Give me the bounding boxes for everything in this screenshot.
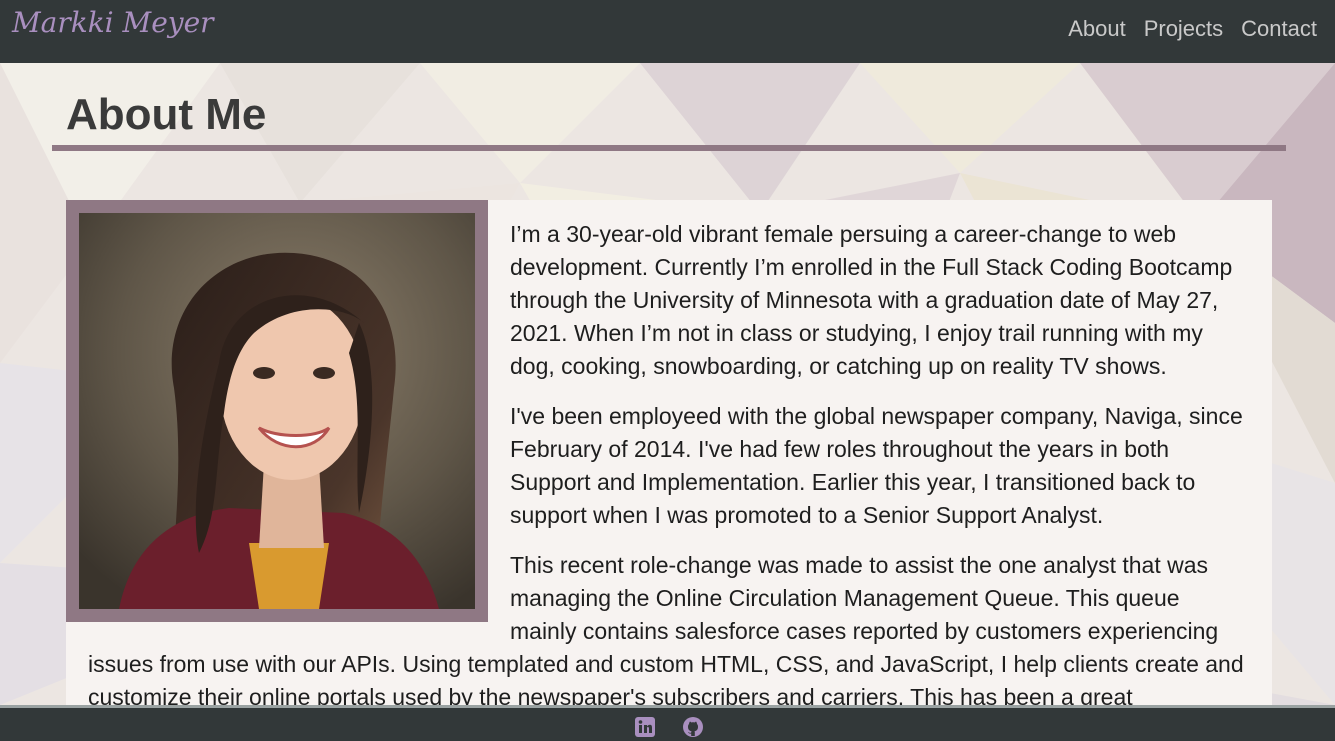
footer xyxy=(0,705,1335,741)
main-nav: About Projects Contact xyxy=(1068,16,1317,42)
page-title: About Me xyxy=(66,90,267,139)
profile-photo xyxy=(79,213,475,609)
about-panel: I’m a 30-year-old vibrant female persuin… xyxy=(66,200,1272,705)
github-icon[interactable] xyxy=(682,716,704,738)
nav-about[interactable]: About xyxy=(1068,16,1126,42)
linkedin-icon[interactable] xyxy=(634,716,656,738)
nav-projects[interactable]: Projects xyxy=(1144,16,1223,42)
about-text: I’m a 30-year-old vibrant female persuin… xyxy=(66,200,1272,705)
social-links xyxy=(634,716,704,738)
nav-contact[interactable]: Contact xyxy=(1241,16,1317,42)
title-divider xyxy=(52,145,1286,151)
brand-logo[interactable]: Markki Meyer xyxy=(12,6,214,39)
top-navbar: Markki Meyer About Projects Contact xyxy=(0,0,1335,63)
profile-photo-frame xyxy=(66,200,488,622)
